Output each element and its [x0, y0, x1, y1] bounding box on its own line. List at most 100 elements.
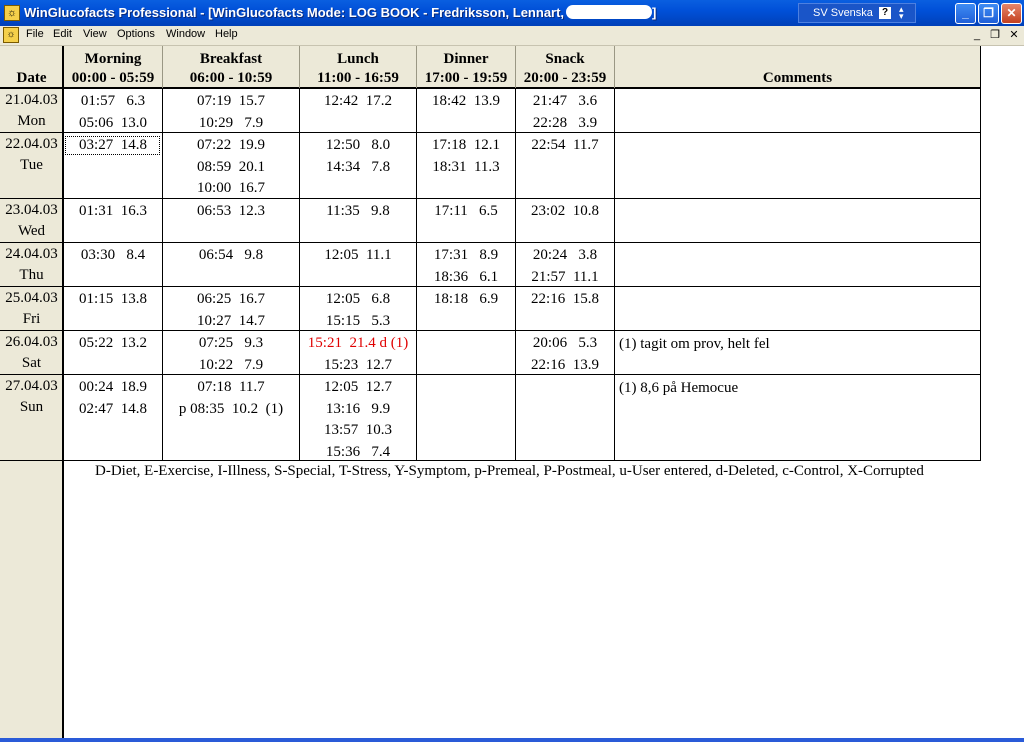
reading-entry[interactable]: 15:23 12.7 — [300, 355, 416, 377]
reading-entry[interactable]: 11:35 9.8 — [300, 201, 416, 223]
reading-entry[interactable]: 21:57 11.1 — [516, 267, 614, 289]
reading-entry[interactable]: 01:57 6.3 — [64, 91, 162, 113]
log-cell-morning[interactable]: 03:27 14.8 — [64, 135, 162, 157]
reading-entry[interactable]: 07:19 15.7 — [163, 91, 299, 113]
reading-entry[interactable]: 12:05 12.7 — [300, 377, 416, 399]
reading-entry[interactable]: 22:16 13.9 — [516, 355, 614, 377]
log-cell-lunch[interactable]: 12:50 8.0 14:34 7.8 — [300, 135, 416, 178]
reading-entry[interactable]: 05:06 13.0 — [64, 113, 162, 135]
mdi-minimize-button[interactable]: _ — [969, 27, 985, 43]
reading-entry[interactable]: 21:47 3.6 — [516, 91, 614, 113]
reading-entry-deleted[interactable]: 15:21 21.4 d (1) — [300, 333, 416, 355]
reading-entry[interactable]: 06:54 9.8 — [163, 245, 299, 267]
log-cell-breakfast[interactable]: 06:54 9.8 — [163, 245, 299, 267]
log-cell-breakfast[interactable]: 07:25 9.3 10:22 7.9 — [163, 333, 299, 376]
reading-entry[interactable]: 22:54 11.7 — [516, 135, 614, 157]
log-cell-morning[interactable]: 01:31 16.3 — [64, 201, 162, 223]
reading-entry[interactable]: 05:22 13.2 — [64, 333, 162, 355]
date-cell[interactable]: 27.04.03 Sun — [0, 376, 63, 418]
log-cell-breakfast[interactable]: 07:18 11.7 p 08:35 10.2 (1) — [163, 377, 299, 420]
reading-entry[interactable]: 10:29 7.9 — [163, 113, 299, 135]
log-cell-snack[interactable]: 22:54 11.7 — [516, 135, 614, 157]
menu-view[interactable]: View — [83, 28, 107, 40]
reading-entry[interactable]: 00:24 18.9 — [64, 377, 162, 399]
reading-entry[interactable]: 23:02 10.8 — [516, 201, 614, 223]
reading-entry[interactable]: 20:24 3.8 — [516, 245, 614, 267]
document-icon[interactable]: ☼ — [3, 27, 19, 43]
reading-entry[interactable]: 13:16 9.9 — [300, 399, 416, 421]
reading-entry[interactable]: 07:18 11.7 — [163, 377, 299, 399]
reading-entry[interactable]: p 08:35 10.2 (1) — [163, 399, 299, 421]
date-cell[interactable]: 24.04.03 Thu — [0, 244, 63, 286]
maximize-button[interactable]: ❐ — [978, 3, 999, 24]
log-cell-morning[interactable]: 00:24 18.9 02:47 14.8 — [64, 377, 162, 420]
reading-entry[interactable]: 15:15 5.3 — [300, 311, 416, 333]
menu-file[interactable]: File — [26, 28, 44, 40]
reading-entry[interactable]: 10:00 16.7 — [163, 178, 299, 200]
close-button[interactable]: ✕ — [1001, 3, 1022, 24]
reading-entry[interactable]: 15:36 7.4 — [300, 442, 416, 464]
log-cell-lunch[interactable]: 11:35 9.8 — [300, 201, 416, 223]
log-cell-snack[interactable]: 21:47 3.6 22:28 3.9 — [516, 91, 614, 134]
reading-entry[interactable]: 01:31 16.3 — [64, 201, 162, 223]
reading-entry[interactable]: 03:30 8.4 — [64, 245, 162, 267]
log-cell-lunch[interactable]: 12:05 6.8 15:15 5.3 — [300, 289, 416, 332]
reading-entry[interactable]: 12:50 8.0 — [300, 135, 416, 157]
log-cell-dinner[interactable]: 18:18 6.9 — [417, 289, 515, 311]
reading-entry[interactable]: 02:47 14.8 — [64, 399, 162, 421]
log-cell-breakfast[interactable]: 07:19 15.7 10:29 7.9 — [163, 91, 299, 134]
menu-help[interactable]: Help — [215, 28, 238, 40]
date-cell[interactable]: 21.04.03 Mon — [0, 90, 63, 132]
chevron-updown-icon[interactable]: ▴ ▾ — [899, 5, 904, 21]
reading-entry[interactable]: 06:53 12.3 — [163, 201, 299, 223]
log-cell-lunch[interactable]: 15:21 21.4 d (1) 15:23 12.7 — [300, 333, 416, 376]
menu-window[interactable]: Window — [166, 28, 205, 40]
log-cell-morning[interactable]: 05:22 13.2 — [64, 333, 162, 355]
reading-entry[interactable]: 10:27 14.7 — [163, 311, 299, 333]
log-cell-dinner[interactable]: 18:42 13.9 — [417, 91, 515, 113]
reading-entry[interactable]: 12:05 11.1 — [300, 245, 416, 267]
mdi-restore-button[interactable]: ❐ — [987, 27, 1003, 43]
log-cell-morning[interactable]: 03:30 8.4 — [64, 245, 162, 267]
reading-entry[interactable]: 08:59 20.1 — [163, 157, 299, 179]
log-cell-snack[interactable]: 22:16 15.8 — [516, 289, 614, 311]
reading-entry[interactable]: 18:31 11.3 — [417, 157, 515, 179]
date-cell[interactable]: 22.04.03 Tue — [0, 134, 63, 176]
date-cell[interactable]: 26.04.03 Sat — [0, 332, 63, 374]
reading-entry[interactable]: 12:42 17.2 — [300, 91, 416, 113]
log-cell-lunch[interactable]: 12:42 17.2 — [300, 91, 416, 113]
reading-entry[interactable]: 07:22 19.9 — [163, 135, 299, 157]
date-cell[interactable]: 23.04.03 Wed — [0, 200, 63, 242]
reading-entry[interactable]: 17:11 6.5 — [417, 201, 515, 223]
reading-entry[interactable]: 01:15 13.8 — [64, 289, 162, 311]
log-cell-lunch[interactable]: 12:05 11.1 — [300, 245, 416, 267]
comment-text[interactable]: (1) 8,6 på Hemocue — [619, 378, 738, 399]
reading-entry[interactable]: 03:27 14.8 — [64, 135, 162, 157]
reading-entry[interactable]: 07:25 9.3 — [163, 333, 299, 355]
reading-entry[interactable]: 18:42 13.9 — [417, 91, 515, 113]
reading-entry[interactable]: 18:18 6.9 — [417, 289, 515, 311]
reading-entry[interactable]: 17:18 12.1 — [417, 135, 515, 157]
log-cell-dinner[interactable]: 17:31 8.9 18:36 6.1 — [417, 245, 515, 288]
log-cell-snack[interactable]: 23:02 10.8 — [516, 201, 614, 223]
reading-entry[interactable]: 12:05 6.8 — [300, 289, 416, 311]
reading-entry[interactable]: 06:25 16.7 — [163, 289, 299, 311]
log-cell-breakfast[interactable]: 06:25 16.7 10:27 14.7 — [163, 289, 299, 332]
reading-entry[interactable]: 20:06 5.3 — [516, 333, 614, 355]
language-indicator[interactable]: SV Svenska ? ▴ ▾ — [798, 3, 916, 23]
reading-entry[interactable]: 10:22 7.9 — [163, 355, 299, 377]
comment-text[interactable]: (1) tagit om prov, helt fel — [619, 334, 770, 355]
log-cell-dinner[interactable]: 17:11 6.5 — [417, 201, 515, 223]
help-icon[interactable]: ? — [879, 7, 891, 19]
log-cell-morning[interactable]: 01:15 13.8 — [64, 289, 162, 311]
mdi-close-button[interactable]: ✕ — [1006, 27, 1022, 43]
log-cell-snack[interactable]: 20:06 5.3 22:16 13.9 — [516, 333, 614, 376]
log-cell-breakfast[interactable]: 07:22 19.9 08:59 20.1 10:00 16.7 — [163, 135, 299, 200]
log-cell-lunch[interactable]: 12:05 12.7 13:16 9.9 13:57 10.3 15:36 7.4 — [300, 377, 416, 463]
reading-entry[interactable]: 18:36 6.1 — [417, 267, 515, 289]
log-cell-dinner[interactable]: 17:18 12.1 18:31 11.3 — [417, 135, 515, 178]
reading-entry[interactable]: 13:57 10.3 — [300, 420, 416, 442]
menu-options[interactable]: Options — [117, 28, 155, 40]
reading-entry[interactable]: 17:31 8.9 — [417, 245, 515, 267]
log-cell-snack[interactable]: 20:24 3.8 21:57 11.1 — [516, 245, 614, 288]
